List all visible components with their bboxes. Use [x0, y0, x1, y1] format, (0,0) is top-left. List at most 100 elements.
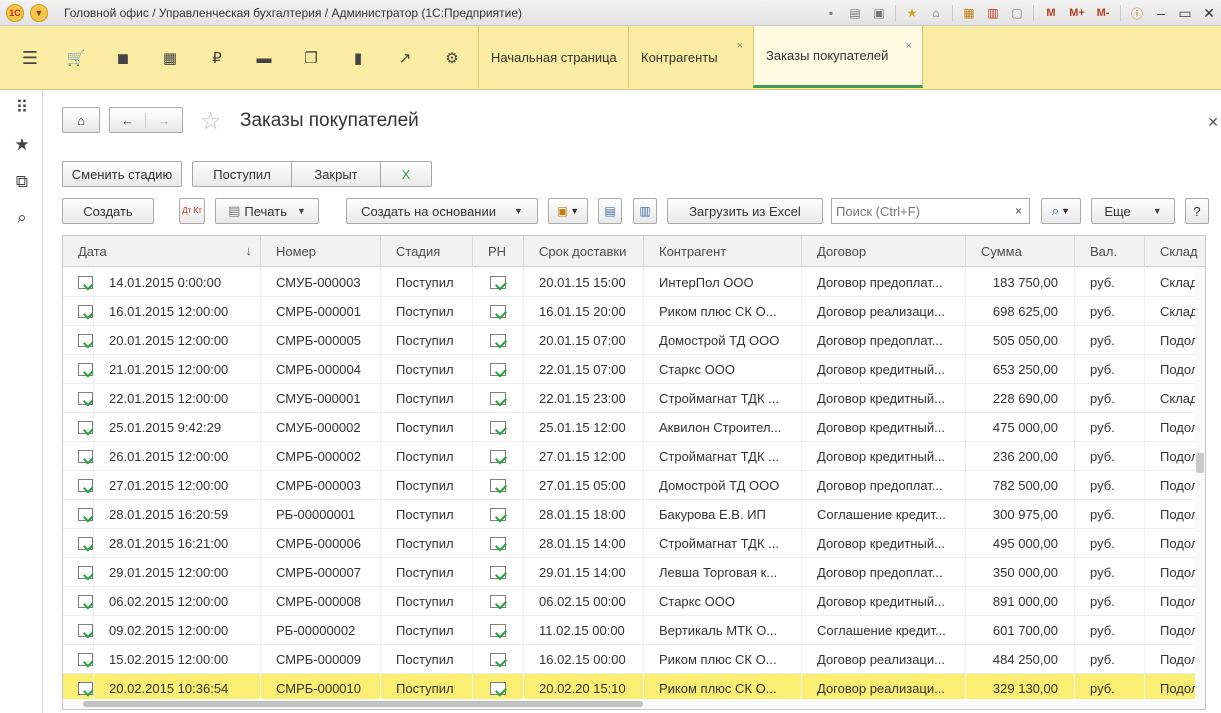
- truck-icon[interactable]: ▬: [246, 46, 282, 70]
- tab-label: Начальная страница: [491, 49, 617, 65]
- posted-document-icon: [78, 681, 93, 695]
- table-row[interactable]: 26.01.2015 12:00:00 СМРБ-000002 Поступил 27…: [63, 442, 1205, 471]
- bag-icon[interactable]: ◼: [105, 46, 141, 70]
- ruble-icon[interactable]: ₽: [199, 46, 235, 70]
- tab-counterparties[interactable]: Контрагенты ×: [628, 26, 753, 88]
- column-header-warehouse[interactable]: Склад: [1145, 236, 1205, 267]
- table-row[interactable]: 28.01.2015 16:20:59 РБ-00000001 Поступил 28…: [63, 500, 1205, 529]
- column-header-date[interactable]: Дата ↓: [63, 236, 261, 267]
- preview-icon[interactable]: ▣: [868, 3, 890, 23]
- favorites-icon[interactable]: ★: [10, 133, 34, 157]
- home-page-icon[interactable]: ⌂: [925, 3, 947, 23]
- search-options-button[interactable]: ⌕ ▼: [1041, 198, 1081, 224]
- info-icon[interactable]: ⓘ: [1126, 3, 1148, 23]
- close-window-icon[interactable]: ✕: [1198, 3, 1220, 23]
- tab-customer-orders[interactable]: Заказы покупателей ×: [753, 26, 923, 88]
- cell-num: СМРБ-000005: [261, 326, 381, 354]
- cell-cur: руб.: [1075, 471, 1145, 499]
- main-menu-chevron-icon[interactable]: ▼: [30, 4, 48, 22]
- calculator-icon[interactable]: ▦: [958, 3, 980, 23]
- calendar-icon[interactable]: ▥: [982, 3, 1004, 23]
- table-row[interactable]: 20.01.2015 12:00:00 СМРБ-000005 Поступил 20…: [63, 326, 1205, 355]
- forward-arrow-icon[interactable]: →: [146, 113, 182, 128]
- docs-icon[interactable]: ❐: [293, 46, 329, 70]
- dtkt-button[interactable]: Дт Кт: [179, 198, 205, 224]
- column-header-contract[interactable]: Договор: [802, 236, 966, 267]
- document-button[interactable]: ▤: [598, 198, 622, 224]
- search-icon[interactable]: ⌕: [10, 206, 34, 230]
- save-icon[interactable]: ▪: [820, 3, 842, 23]
- memory-m-icon[interactable]: M: [1039, 3, 1063, 23]
- cart-icon[interactable]: 🛒: [58, 46, 94, 70]
- home-button[interactable]: ⌂: [62, 107, 100, 133]
- app-logo-icon[interactable]: 1С: [6, 4, 24, 22]
- report-menu-button[interactable]: ▣ ▼: [548, 198, 588, 224]
- table-row[interactable]: 27.01.2015 12:00:00 СМРБ-000003 Поступил 27…: [63, 471, 1205, 500]
- horizontal-scrollbar[interactable]: [63, 699, 1205, 709]
- clipboard-icon[interactable]: ▢: [1006, 3, 1028, 23]
- table-row[interactable]: 28.01.2015 16:21:00 СМРБ-000006 Поступил 28…: [63, 529, 1205, 558]
- button-label: Загрузить из Excel: [689, 203, 801, 219]
- close-form-icon[interactable]: ✕: [1207, 114, 1219, 131]
- column-header-rn[interactable]: РН: [473, 236, 524, 267]
- list-settings-button[interactable]: ▥: [633, 198, 657, 224]
- column-header-stage[interactable]: Стадия: [381, 236, 473, 267]
- posted-document-icon: [490, 536, 506, 550]
- search-input[interactable]: [831, 198, 1029, 224]
- print-button[interactable]: ▤ Печать ▼: [215, 198, 319, 224]
- column-header-number[interactable]: Номер: [261, 236, 381, 267]
- table-row[interactable]: 29.01.2015 12:00:00 СМРБ-000007 Поступил 29…: [63, 558, 1205, 587]
- minimize-icon[interactable]: –: [1150, 3, 1172, 23]
- tab-close-icon[interactable]: ×: [737, 40, 743, 52]
- posted-document-icon: [490, 478, 506, 492]
- list-icon: ▥: [639, 204, 651, 218]
- tab-close-icon[interactable]: ×: [906, 40, 912, 52]
- button-label: Сменить стадию: [71, 166, 173, 182]
- search-clear-icon[interactable]: ×: [1008, 198, 1030, 224]
- tab-home[interactable]: Начальная страница: [478, 26, 628, 88]
- scroll-thumb[interactable]: [1196, 453, 1204, 473]
- stage-received-button[interactable]: Поступил: [192, 161, 292, 187]
- table-row[interactable]: 14.01.2015 0:00:00 СМУБ-000003 Поступил 20.…: [63, 268, 1205, 297]
- column-header-currency[interactable]: Вал.: [1075, 236, 1145, 267]
- create-based-on-button[interactable]: Создать на основании ▼: [346, 198, 538, 224]
- vertical-scrollbar[interactable]: [1195, 267, 1205, 709]
- more-button[interactable]: Еще ▼: [1091, 198, 1175, 224]
- stage-closed-button[interactable]: Закрыт: [291, 161, 381, 187]
- maximize-icon[interactable]: ▭: [1174, 3, 1196, 23]
- help-button[interactable]: ?: [1185, 198, 1209, 224]
- column-header-sum[interactable]: Сумма: [966, 236, 1075, 267]
- change-stage-button[interactable]: Сменить стадию: [62, 161, 182, 187]
- trend-icon[interactable]: ↗: [387, 46, 423, 70]
- scroll-thumb[interactable]: [83, 701, 643, 707]
- all-functions-icon[interactable]: ⠿: [10, 96, 34, 120]
- column-header-delivery[interactable]: Срок доставки: [524, 236, 644, 267]
- table-row[interactable]: 25.01.2015 9:42:29 СМУБ-000002 Поступил 25.…: [63, 413, 1205, 442]
- document-icon: ▤: [604, 204, 616, 218]
- load-from-excel-button[interactable]: Загрузить из Excel: [667, 198, 823, 224]
- back-arrow-icon[interactable]: ←: [110, 112, 147, 128]
- column-header-counterparty[interactable]: Контрагент: [644, 236, 802, 267]
- memory-plus-icon[interactable]: M+: [1065, 3, 1089, 23]
- table-row[interactable]: 21.01.2015 12:00:00 СМРБ-000004 Поступил 22…: [63, 355, 1205, 384]
- gear-icon[interactable]: ⚙: [434, 46, 470, 70]
- history-icon[interactable]: ⧉: [10, 170, 34, 194]
- cell-num: СМРБ-000008: [261, 587, 381, 615]
- bar-chart-icon[interactable]: ▮: [340, 46, 376, 70]
- table-row[interactable]: 15.02.2015 12:00:00 СМРБ-000009 Поступил 16…: [63, 645, 1205, 674]
- table-row[interactable]: 16.01.2015 12:00:00 СМРБ-000001 Поступил 16…: [63, 297, 1205, 326]
- title-bar-tools: ▪ ▤ ▣ ★ ⌂ ▦ ▥ ▢ M M+ M- ⓘ – ▭ ✕: [819, 2, 1221, 24]
- cell-sum: 782 500,00: [966, 471, 1075, 499]
- memory-minus-icon[interactable]: M-: [1091, 3, 1115, 23]
- favorite-star-icon[interactable]: ☆: [200, 107, 222, 136]
- favorites-add-icon[interactable]: ★: [901, 3, 923, 23]
- stage-x-button[interactable]: X: [380, 161, 432, 187]
- table-row[interactable]: 22.01.2015 12:00:00 СМУБ-000001 Поступил 22…: [63, 384, 1205, 413]
- table-row[interactable]: 06.02.2015 12:00:00 СМРБ-000008 Поступил 06…: [63, 587, 1205, 616]
- grid-icon[interactable]: ▦: [152, 46, 188, 70]
- posted-document-icon: [78, 391, 93, 405]
- menu-icon[interactable]: ☰: [14, 49, 46, 69]
- table-row[interactable]: 09.02.2015 12:00:00 РБ-00000002 Поступил 11…: [63, 616, 1205, 645]
- print-icon[interactable]: ▤: [844, 3, 866, 23]
- create-button[interactable]: Создать: [62, 198, 154, 224]
